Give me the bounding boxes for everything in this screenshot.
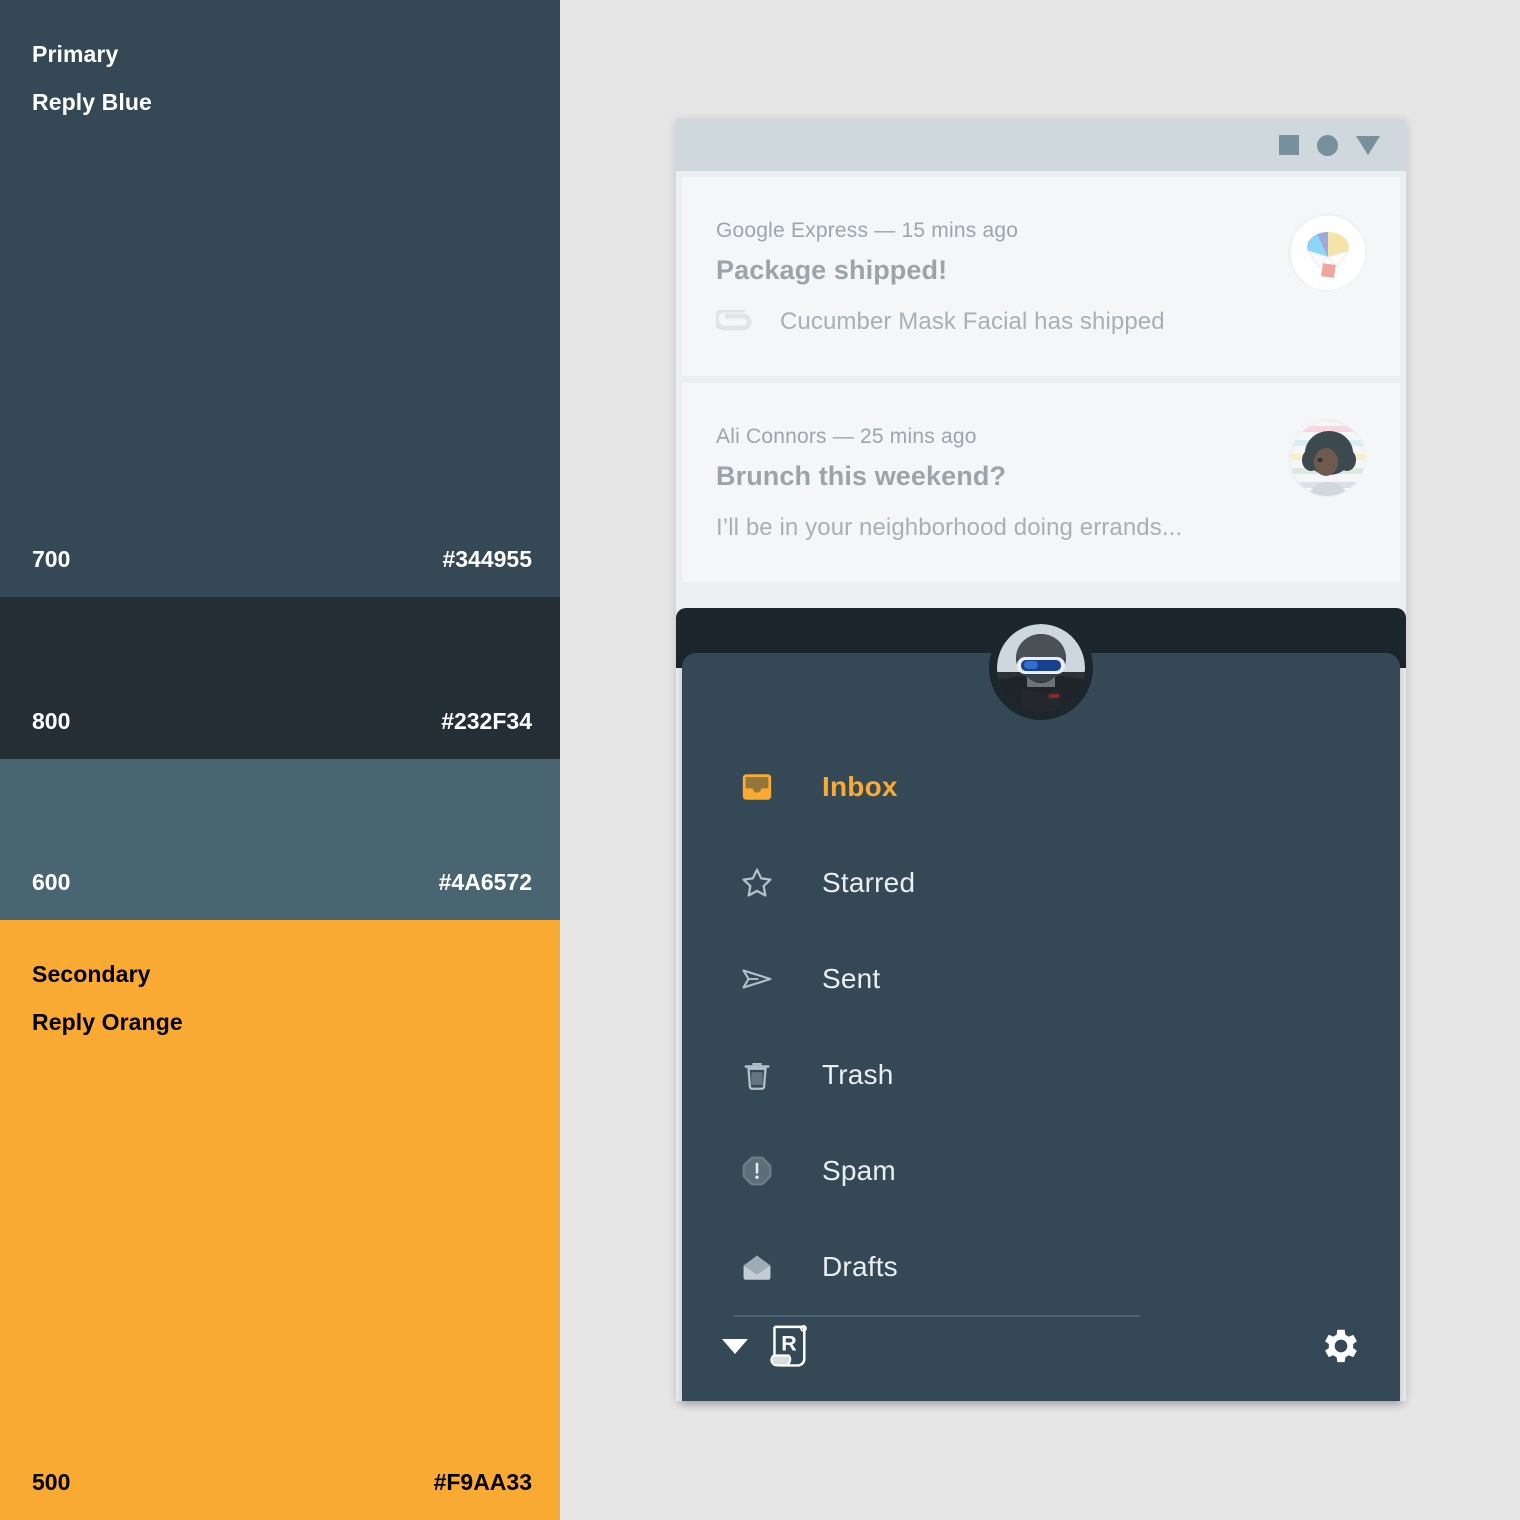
triangle-down-icon[interactable] <box>1356 135 1380 155</box>
sidebar-item-sent[interactable]: Sent <box>682 931 1400 1027</box>
swatch-500-tone: 500 <box>32 1469 71 1495</box>
swatch-primary-600: 600 #4A6572 <box>0 759 560 920</box>
caret-down-icon[interactable] <box>722 1338 748 1354</box>
page-root: Primary Reply Blue 700 #344955 800 #232F… <box>0 0 1520 1520</box>
swatch-800-hex: #232F34 <box>441 708 532 734</box>
color-palette-column: Primary Reply Blue 700 #344955 800 #232F… <box>0 0 560 1520</box>
trash-icon <box>734 1058 780 1092</box>
sidebar-item-label: Trash <box>822 1059 894 1090</box>
secondary-heading-line2: Reply Orange <box>32 1009 183 1035</box>
primary-heading-line1: Primary <box>32 41 119 67</box>
window-titlebar <box>676 119 1406 171</box>
mail-snippet-row: Cucumber Mask Facial has shipped <box>716 308 1370 336</box>
sidebar-item-inbox[interactable]: Inbox <box>682 739 1400 835</box>
reply-logo-letter: R <box>781 1332 797 1356</box>
swatch-800-tone: 800 <box>32 708 71 734</box>
reply-logo-icon[interactable]: R <box>766 1320 812 1372</box>
swatch-secondary-500: Secondary Reply Orange 500 #F9AA33 <box>0 920 560 1520</box>
mail-meta: Google Express — 15 mins ago <box>716 219 1019 242</box>
swatch-700-footer: 700 #344955 <box>32 546 532 573</box>
drawer-footer: R <box>682 1291 1400 1401</box>
swatch-primary-700: Primary Reply Blue 700 #344955 <box>0 0 560 597</box>
sidebar-item-spam[interactable]: Spam <box>682 1123 1400 1219</box>
navigation-drawer: Inbox Starred Sent Trash Spam Drafts R <box>682 653 1400 1401</box>
sidebar-item-label: Inbox <box>822 771 898 802</box>
sidebar-item-label: Sent <box>822 963 881 994</box>
send-icon <box>734 962 780 996</box>
ali-connors-avatar <box>1288 419 1366 497</box>
swatch-700-tone: 700 <box>32 546 71 572</box>
parachute-avatar <box>1288 213 1366 291</box>
swatch-600-tone: 600 <box>32 869 71 895</box>
square-icon[interactable] <box>1279 135 1299 155</box>
swatch-500-footer: 500 #F9AA33 <box>32 1469 532 1496</box>
mail-list: Google Express — 15 mins ago Package shi… <box>676 171 1406 582</box>
swatch-800-footer: 800 #232F34 <box>32 708 532 735</box>
circle-icon[interactable] <box>1317 134 1338 156</box>
gear-icon[interactable] <box>1318 1323 1364 1369</box>
primary-heading: Primary Reply Blue <box>32 30 152 126</box>
sidebar-item-trash[interactable]: Trash <box>682 1027 1400 1123</box>
primary-heading-line2: Reply Blue <box>32 89 152 115</box>
mail-list-item[interactable]: Google Express — 15 mins ago Package shi… <box>682 177 1400 376</box>
swatch-500-hex: #F9AA33 <box>433 1469 532 1495</box>
mail-subject: Brunch this weekend? <box>716 461 1007 491</box>
paperclip-icon <box>716 310 758 334</box>
sidebar-item-starred[interactable]: Starred <box>682 835 1400 931</box>
mail-snippet-row: I’ll be in your neighborhood doing erran… <box>716 514 1370 542</box>
mail-snippet: Cucumber Mask Facial has shipped <box>780 308 1165 335</box>
mail-snippet: I’ll be in your neighborhood doing erran… <box>716 514 1183 541</box>
mockup-canvas: Google Express — 15 mins ago Package shi… <box>560 0 1520 1520</box>
sidebar-item-label: Spam <box>822 1155 896 1186</box>
sidebar-item-label: Starred <box>822 867 916 898</box>
mail-list-item[interactable]: Ali Connors — 25 mins ago Brunch this we… <box>682 383 1400 582</box>
swatch-700-hex: #344955 <box>442 546 532 572</box>
swatch-600-hex: #4A6572 <box>438 869 532 895</box>
inbox-icon <box>734 770 780 804</box>
mail-meta: Ali Connors — 25 mins ago <box>716 425 977 448</box>
drafts-icon <box>734 1250 780 1284</box>
swatch-primary-800: 800 #232F34 <box>0 597 560 759</box>
secondary-heading: Secondary Reply Orange <box>32 950 183 1046</box>
navigation-drawer-wrap: Inbox Starred Sent Trash Spam Drafts R <box>676 608 1406 1401</box>
mail-subject: Package shipped! <box>716 255 948 285</box>
star-icon <box>734 866 780 900</box>
spam-icon <box>734 1154 780 1188</box>
swatch-600-footer: 600 #4A6572 <box>32 869 532 896</box>
sidebar-item-label: Drafts <box>822 1251 898 1282</box>
user-avatar-skier[interactable] <box>997 624 1085 712</box>
nav-list: Inbox Starred Sent Trash Spam Drafts <box>682 739 1400 1315</box>
secondary-heading-line1: Secondary <box>32 961 151 987</box>
